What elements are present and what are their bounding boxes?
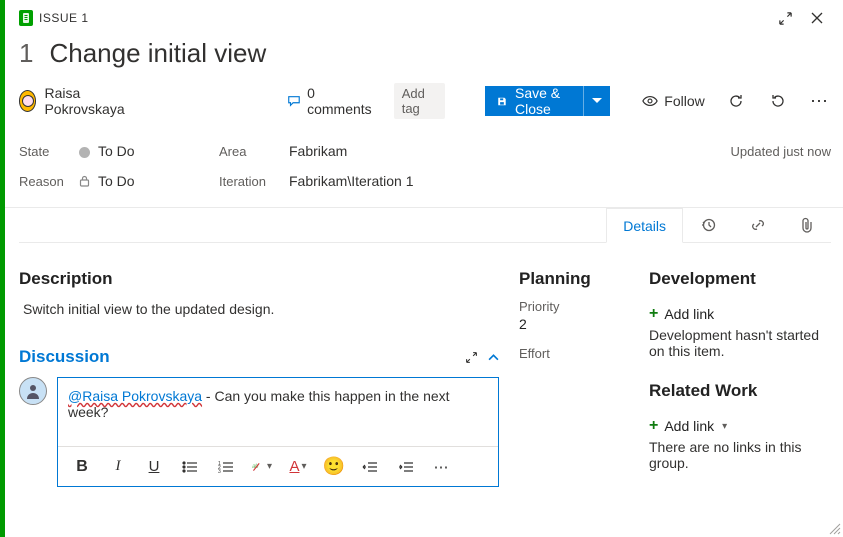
plus-icon: + (649, 305, 658, 323)
reason-value: To Do (98, 173, 135, 189)
related-empty-text: There are no links in this group. (649, 439, 831, 471)
related-work-heading: Related Work (649, 381, 831, 401)
development-add-link-label: Add link (664, 306, 714, 322)
issue-tag-label: ISSUE 1 (39, 11, 89, 25)
issue-type-tag: ISSUE 1 (19, 10, 89, 26)
priority-label: Priority (519, 299, 629, 314)
discussion-collapse-icon[interactable] (488, 354, 499, 361)
tab-attachments[interactable] (783, 208, 831, 242)
toolbar-indent[interactable] (396, 461, 416, 473)
development-empty-text: Development hasn't started on this item. (649, 327, 831, 359)
area-field[interactable]: Fabrikam (289, 143, 731, 159)
toolbar-bold[interactable]: B (72, 458, 92, 476)
planning-column: Planning Priority 2 Effort (519, 259, 629, 487)
priority-field[interactable]: 2 (519, 316, 629, 332)
add-tag-button[interactable]: Add tag (394, 83, 445, 119)
description-text[interactable]: Switch initial view to the updated desig… (19, 299, 499, 319)
toolbar-underline[interactable]: U (144, 458, 164, 475)
save-close-button[interactable]: Save & Close (485, 86, 610, 116)
title-row: 1 Change initial view (19, 38, 831, 73)
state-label: State (19, 144, 79, 159)
development-heading: Development (649, 269, 831, 289)
toolbar-more[interactable]: ⋯ (432, 458, 452, 476)
work-item-title[interactable]: Change initial view (49, 38, 266, 69)
discussion-expand-icon[interactable] (465, 351, 478, 364)
related-add-link-label: Add link (664, 418, 714, 434)
revert-button[interactable] (767, 87, 789, 115)
resize-handle-icon[interactable] (827, 521, 841, 535)
tab-details-label: Details (623, 218, 666, 234)
development-add-link[interactable]: + Add link (649, 305, 714, 323)
tab-bar: Details (19, 208, 831, 243)
toolbar-numbered-list[interactable]: 123 (216, 461, 236, 473)
effort-label: Effort (519, 346, 629, 361)
save-label: Save & Close (515, 85, 571, 117)
editor-toolbar: B I U 123 ᵃᵇ ▾ A▾ 🙂 ⋯ (58, 446, 498, 486)
tab-links[interactable] (733, 208, 783, 242)
toolbar-outdent[interactable] (360, 461, 380, 473)
chevron-down-icon: ▾ (722, 421, 727, 432)
tab-details[interactable]: Details (606, 208, 683, 243)
follow-button[interactable]: Follow (642, 93, 704, 109)
svg-text:3: 3 (218, 469, 221, 473)
assignee-name: Raisa Pokrovskaya (44, 85, 137, 117)
iteration-field[interactable]: Fabrikam\Iteration 1 (289, 173, 731, 189)
comments-counter[interactable]: 0 comments (287, 85, 374, 117)
state-field[interactable]: To Do (79, 143, 219, 159)
discussion-mention[interactable]: @Raisa Pokrovskaya (68, 388, 202, 404)
more-actions-button[interactable]: ⋯ (809, 87, 831, 115)
left-column: Description Switch initial view to the u… (19, 259, 499, 487)
eye-icon (642, 95, 658, 107)
lock-icon (79, 175, 90, 186)
plus-icon: + (649, 417, 658, 435)
discussion-editor[interactable]: @Raisa Pokrovskaya - Can you make this h… (57, 377, 499, 487)
chevron-down-icon: ▾ (301, 461, 306, 472)
chevron-down-icon (592, 98, 602, 104)
toolbar-bullet-list[interactable] (180, 461, 200, 473)
updated-timestamp: Updated just now (731, 144, 831, 159)
attachment-icon (800, 217, 814, 233)
save-icon (497, 94, 507, 109)
discussion-heading: Discussion (19, 347, 499, 367)
planning-heading: Planning (519, 269, 629, 289)
reason-field[interactable]: To Do (79, 173, 219, 189)
comments-label: 0 comments (307, 85, 374, 117)
discussion-avatar (19, 377, 47, 405)
discussion-heading-label: Discussion (19, 347, 110, 367)
tab-history[interactable] (683, 208, 733, 242)
toolbar-emoji[interactable]: 🙂 (324, 456, 344, 477)
area-label: Area (219, 144, 289, 159)
link-icon (750, 217, 766, 233)
assignee-field[interactable]: Raisa Pokrovskaya (19, 85, 137, 117)
close-button[interactable] (803, 4, 831, 32)
chevron-down-icon: ▾ (267, 461, 272, 472)
reason-label: Reason (19, 174, 79, 189)
work-item-id: 1 (19, 38, 33, 69)
toolbar-italic[interactable]: I (108, 458, 128, 475)
follow-label: Follow (664, 93, 704, 109)
history-icon (700, 217, 716, 233)
toolbar-clear-format[interactable]: ᵃᵇ ▾ (252, 460, 272, 474)
work-item-accent (0, 0, 5, 537)
refresh-button[interactable] (725, 87, 747, 115)
svg-text:ᵃᵇ: ᵃᵇ (252, 461, 259, 471)
iteration-label: Iteration (219, 174, 289, 189)
save-dropdown[interactable] (583, 86, 610, 116)
avatar (19, 90, 36, 112)
right-column: Development + Add link Development hasn'… (649, 259, 831, 487)
issue-icon (19, 10, 33, 26)
toolbar-font-color[interactable]: A▾ (288, 458, 308, 475)
fullscreen-button[interactable] (771, 4, 799, 32)
description-heading: Description (19, 269, 499, 289)
state-dot-icon (79, 147, 90, 158)
state-value: To Do (98, 143, 135, 159)
related-add-link[interactable]: + Add link ▾ (649, 417, 727, 435)
comment-icon (287, 94, 301, 108)
